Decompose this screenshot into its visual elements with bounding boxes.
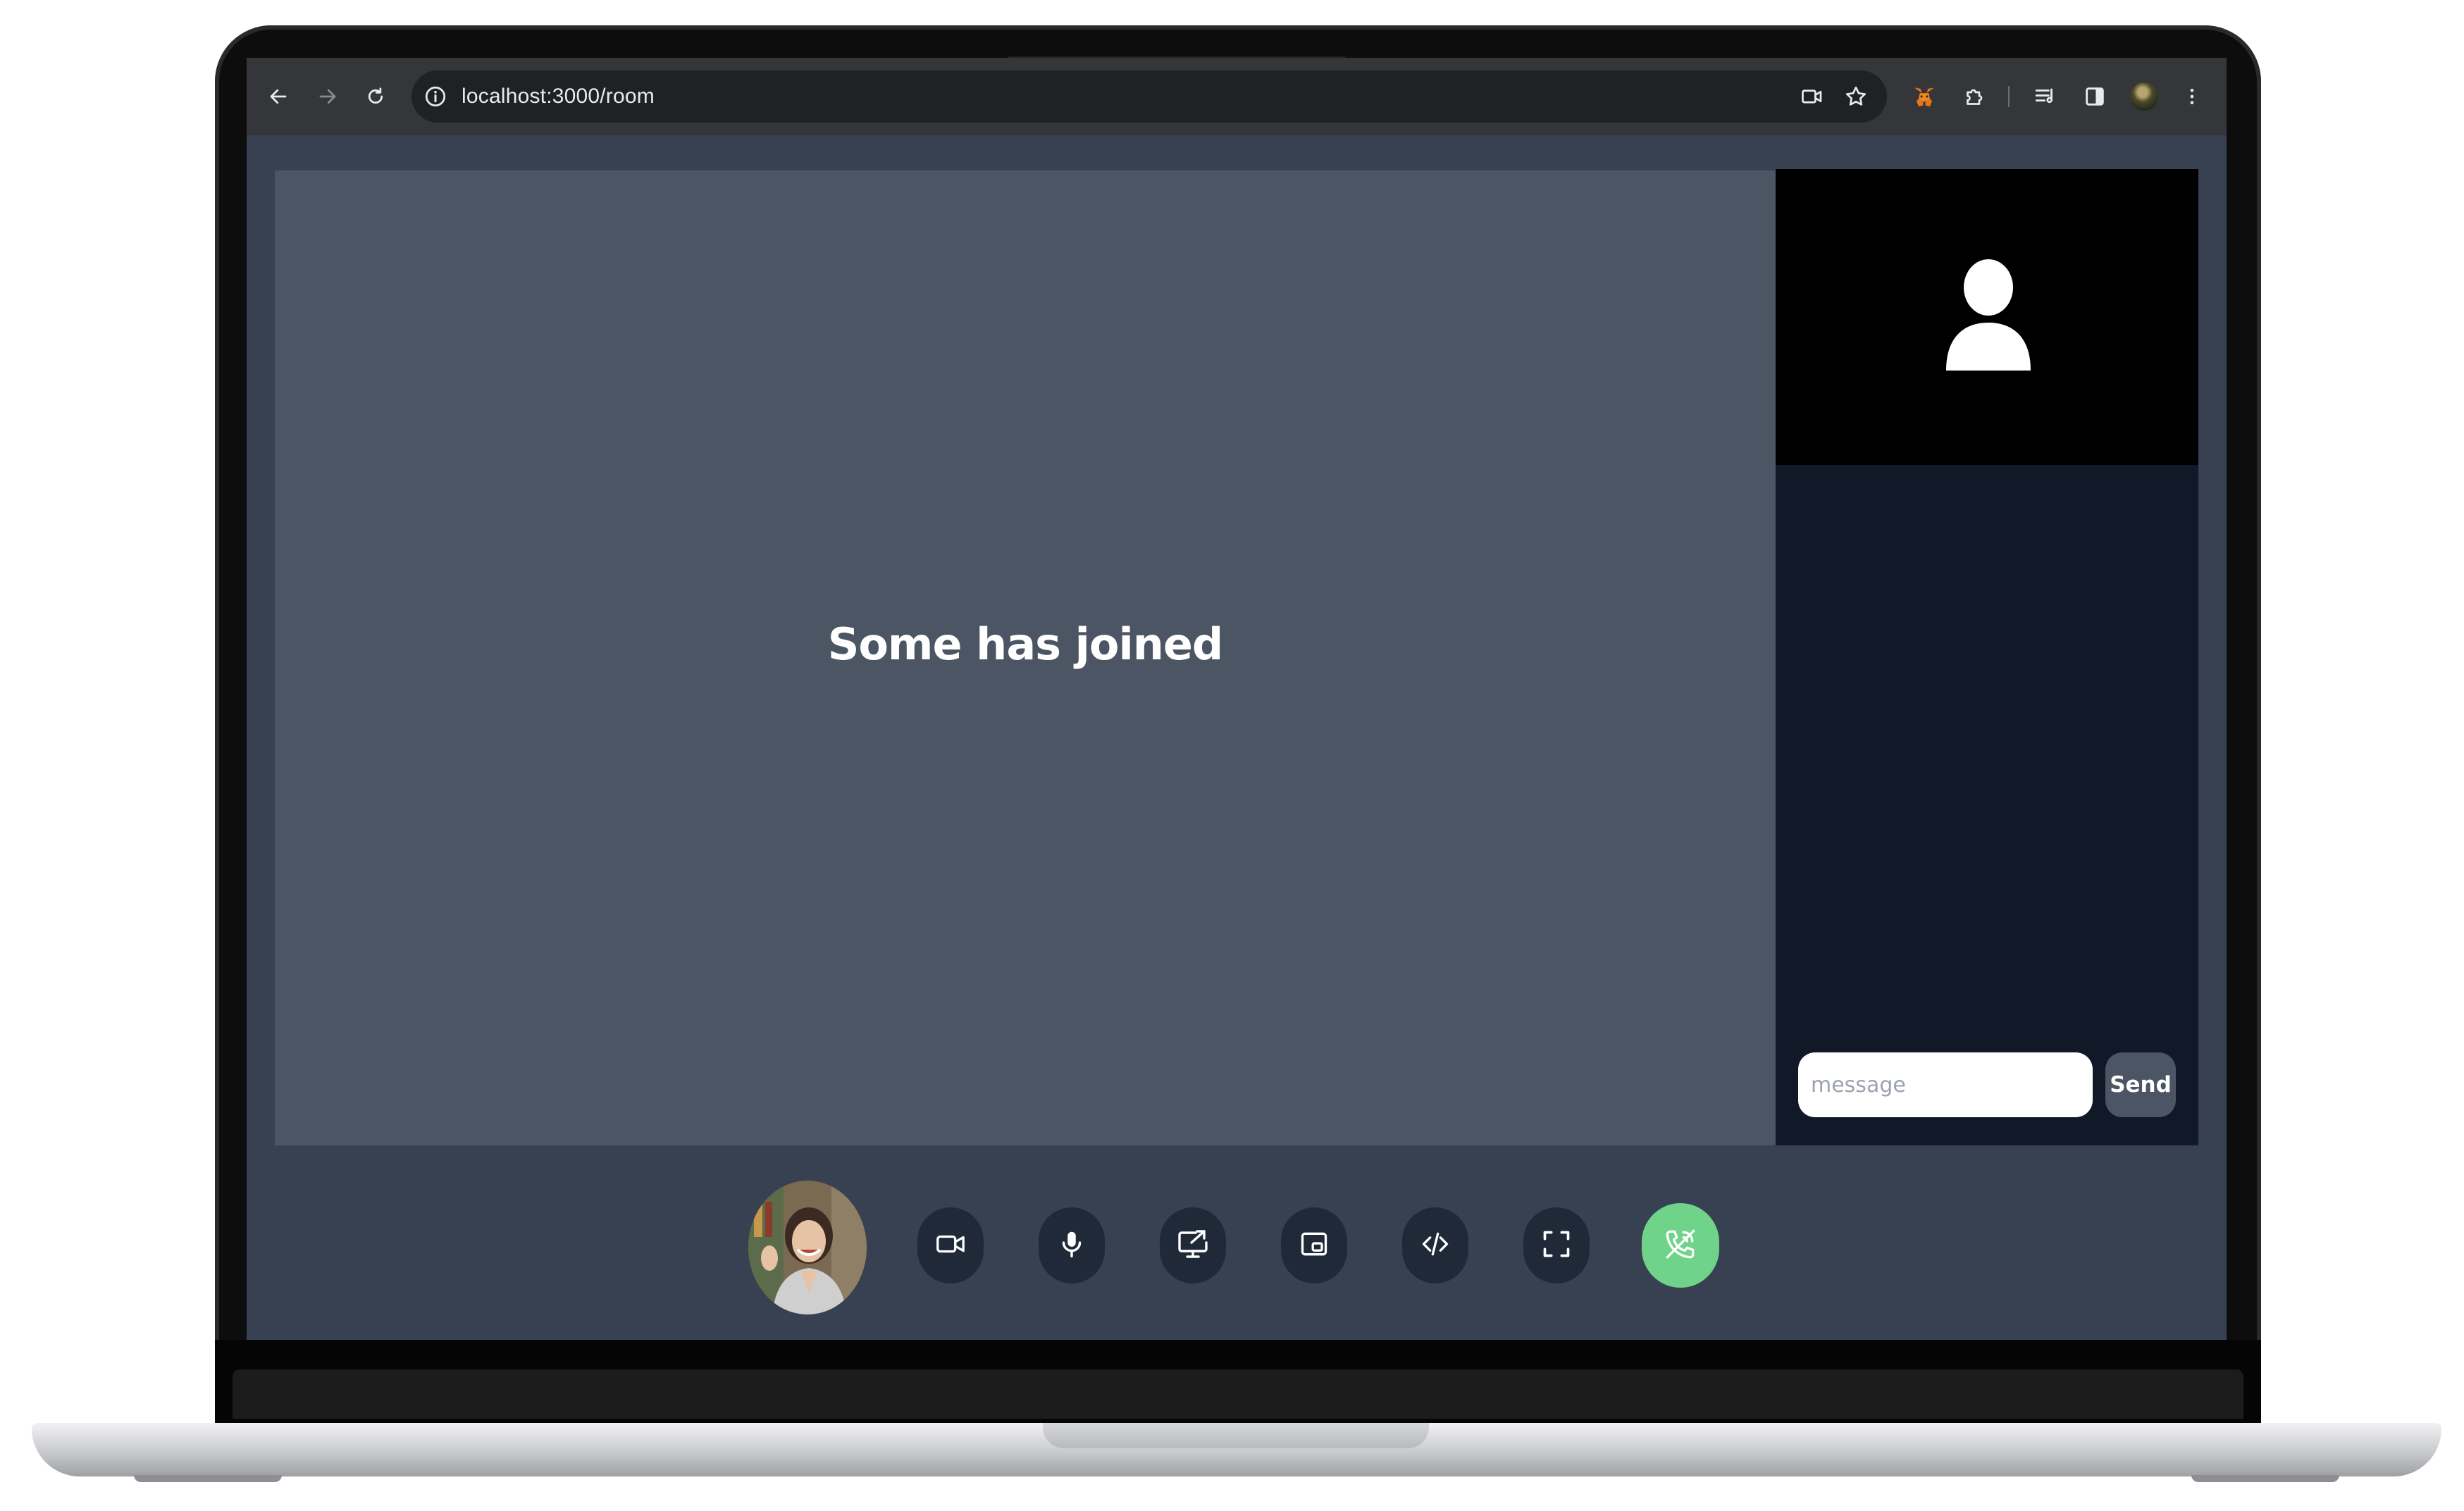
chat-message-input[interactable] xyxy=(1798,1052,2093,1117)
camera-icon xyxy=(934,1228,967,1264)
camera-in-use-icon[interactable] xyxy=(1800,84,1825,109)
self-avatar[interactable] xyxy=(748,1181,867,1314)
main-video-stage: Some has joined xyxy=(275,170,1776,1145)
person-icon xyxy=(1945,258,2032,372)
end-call-button[interactable] xyxy=(1642,1203,1719,1288)
toolbar-divider xyxy=(2008,86,2010,107)
profile-avatar[interactable] xyxy=(2126,79,2162,114)
video-room-app: Some has joined Send xyxy=(247,135,2227,1340)
laptop-screen: localhost:3000/room Some has joined mess… xyxy=(247,58,2227,1340)
end-call-phone-icon xyxy=(1663,1226,1698,1265)
reading-list-icon[interactable] xyxy=(2028,79,2063,114)
address-bar[interactable]: localhost:3000/room xyxy=(411,70,1887,123)
url-text[interactable]: localhost:3000/room xyxy=(462,85,655,108)
reload-icon[interactable] xyxy=(358,79,393,114)
fullscreen-icon xyxy=(1541,1229,1572,1263)
metamask-extension-icon[interactable] xyxy=(1907,79,1942,114)
side-panel-icon[interactable] xyxy=(2077,79,2112,114)
remote-video-tile xyxy=(1776,169,2198,465)
laptop-thumb-groove xyxy=(1043,1423,1429,1448)
send-button[interactable]: Send xyxy=(2105,1052,2176,1117)
laptop-foot-right xyxy=(2191,1475,2339,1482)
extensions-puzzle-icon[interactable] xyxy=(1957,79,1993,114)
browser-toolbar: localhost:3000/room xyxy=(247,58,2227,135)
fullscreen-button[interactable] xyxy=(1523,1207,1590,1283)
side-panel: Send xyxy=(1776,169,2198,1145)
laptop-hinge xyxy=(233,1369,2243,1419)
picture-in-picture-icon xyxy=(1299,1229,1330,1263)
bookmark-star-icon[interactable] xyxy=(1843,84,1869,109)
screen-share-icon xyxy=(1176,1227,1210,1264)
join-status-text: Some has joined xyxy=(827,618,1224,670)
screen-share-button[interactable] xyxy=(1160,1207,1226,1283)
picture-in-picture-button[interactable] xyxy=(1281,1207,1347,1283)
microphone-icon xyxy=(1055,1228,1088,1264)
microphone-toggle-button[interactable] xyxy=(1039,1207,1105,1283)
call-controls-bar xyxy=(247,1145,2227,1340)
code-button[interactable] xyxy=(1402,1207,1468,1283)
code-icon xyxy=(1420,1229,1451,1263)
camera-toggle-button[interactable] xyxy=(917,1207,984,1283)
info-icon[interactable] xyxy=(423,84,448,109)
back-arrow-icon[interactable] xyxy=(261,79,296,114)
forward-arrow-icon[interactable] xyxy=(310,79,345,114)
laptop-foot-left xyxy=(134,1475,282,1482)
menu-kebab-icon[interactable] xyxy=(2174,79,2210,114)
